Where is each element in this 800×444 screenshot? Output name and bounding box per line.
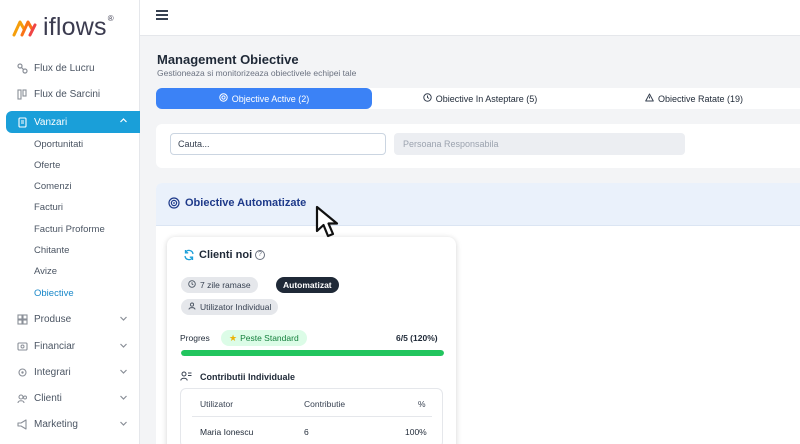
chevron-down-icon — [118, 419, 128, 429]
sub-item-facturi-proforme[interactable]: Facturi Proforme — [34, 224, 105, 235]
clients-icon — [16, 392, 28, 404]
finance-icon — [16, 340, 28, 352]
contributions-icon — [180, 371, 192, 383]
mouse-cursor-icon — [315, 205, 339, 238]
flow-icon — [16, 62, 28, 74]
sidebar: iflows ® Flux de Lucru Flux de Sarcini V… — [0, 0, 140, 444]
chip-label: 7 zile ramase — [200, 280, 251, 290]
sub-item-obiective[interactable]: Obiective — [34, 288, 74, 299]
progress-bar-fill — [181, 350, 444, 356]
sidebar-item-label: Produse — [34, 313, 72, 325]
sub-item-facturi[interactable]: Facturi — [34, 202, 63, 213]
page-subtitle: Gestioneaza si monitorizeaza obiectivele… — [157, 68, 357, 78]
chevron-up-icon — [118, 116, 128, 126]
chevron-down-icon — [118, 393, 128, 403]
tab-label: Obiective In Asteptare (5) — [435, 93, 538, 104]
warning-icon — [645, 93, 654, 104]
target-icon — [168, 197, 180, 209]
column-header-percent: % — [418, 399, 426, 409]
sub-item-oferte[interactable]: Oferte — [34, 160, 60, 171]
sidebar-item-produse[interactable]: Produse — [0, 309, 140, 329]
help-icon[interactable]: ? — [255, 250, 265, 260]
tasks-icon — [16, 88, 28, 100]
search-input[interactable] — [170, 133, 386, 155]
tab-obiective-in-asteptare[interactable]: Obiective In Asteptare (5) — [372, 88, 588, 109]
logo-mark-icon — [12, 20, 37, 37]
logo-text: iflows — [43, 12, 107, 41]
table-cell-percent: 100% — [405, 427, 427, 437]
menu-icon[interactable] — [156, 10, 168, 20]
topbar — [140, 0, 800, 36]
column-header-user: Utilizator — [200, 399, 234, 409]
sub-item-avize[interactable]: Avize — [34, 266, 57, 277]
sidebar-item-financiar[interactable]: Financiar — [0, 336, 140, 356]
sub-item-comenzi[interactable]: Comenzi — [34, 181, 72, 192]
sidebar-item-label: Clienti — [34, 392, 62, 404]
responsible-person-field[interactable] — [394, 133, 685, 155]
tab-label: Objective Active (2) — [231, 93, 310, 104]
column-header-contribution: Contributie — [304, 399, 346, 409]
objective-tabs: Objective Active (2) Obiective In Astept… — [156, 88, 800, 109]
card-title: Clienti noi — [199, 249, 253, 261]
target-icon — [219, 93, 228, 104]
sidebar-item-label: Flux de Sarcini — [34, 88, 101, 100]
assignee-chip: Utilizator Individual — [181, 299, 279, 315]
logo-registered-mark: ® — [107, 13, 114, 23]
days-left-chip: 7 zile ramase — [181, 277, 258, 293]
clock-icon — [188, 280, 196, 290]
sidebar-item-flux-de-sarcini[interactable]: Flux de Sarcini — [0, 84, 140, 104]
sidebar-item-integrari[interactable]: Integrari — [0, 362, 140, 382]
sidebar-item-label: Integrari — [34, 366, 71, 378]
progress-label: Progres — [180, 333, 210, 343]
integrations-icon — [16, 366, 28, 378]
chip-label: Utilizator Individual — [200, 302, 272, 312]
tab-obiective-ratate[interactable]: Obiective Ratate (19) — [588, 88, 800, 109]
marketing-icon — [16, 418, 28, 430]
contributions-title: Contributii Individuale — [200, 372, 295, 382]
page-title: Management Obiective — [157, 52, 299, 67]
automated-status-badge: Automatizat — [276, 277, 339, 293]
progress-value: 6/5 (120%) — [396, 333, 438, 343]
badge-label: Peste Standard — [240, 333, 299, 343]
table-cell-user: Maria Ionescu — [200, 427, 254, 437]
chevron-down-icon — [118, 314, 128, 324]
user-icon — [188, 302, 196, 312]
sidebar-item-label: Marketing — [34, 418, 78, 430]
above-standard-badge: ★ Peste Standard — [221, 330, 307, 346]
app-logo[interactable]: iflows ® — [12, 12, 114, 42]
tab-label: Obiective Ratate (19) — [657, 93, 744, 104]
star-icon: ★ — [229, 332, 238, 343]
sidebar-item-label: Financiar — [34, 340, 76, 352]
sidebar-item-flux-de-lucru[interactable]: Flux de Lucru — [0, 58, 140, 78]
sidebar-item-vanzari[interactable]: Vanzari — [6, 111, 140, 133]
sales-icon — [16, 116, 28, 128]
sub-item-oportunitati[interactable]: Oportunitati — [34, 139, 83, 150]
tab-obiective-active[interactable]: Objective Active (2) — [156, 88, 372, 109]
sub-item-chitante[interactable]: Chitante — [34, 245, 69, 256]
sidebar-item-marketing[interactable]: Marketing — [0, 414, 140, 434]
chevron-down-icon — [118, 341, 128, 351]
sidebar-item-label: Vanzari — [34, 116, 68, 128]
table-divider — [192, 416, 432, 417]
table-cell-contribution: 6 — [304, 427, 309, 437]
products-icon — [16, 313, 28, 325]
progress-bar — [181, 350, 444, 356]
clock-icon — [423, 93, 432, 104]
chevron-down-icon — [118, 367, 128, 377]
section-title: Obiective Automatizate — [185, 197, 307, 209]
refresh-icon — [183, 249, 195, 264]
sidebar-item-clienti[interactable]: Clienti — [0, 388, 140, 408]
sidebar-item-label: Flux de Lucru — [34, 62, 95, 74]
